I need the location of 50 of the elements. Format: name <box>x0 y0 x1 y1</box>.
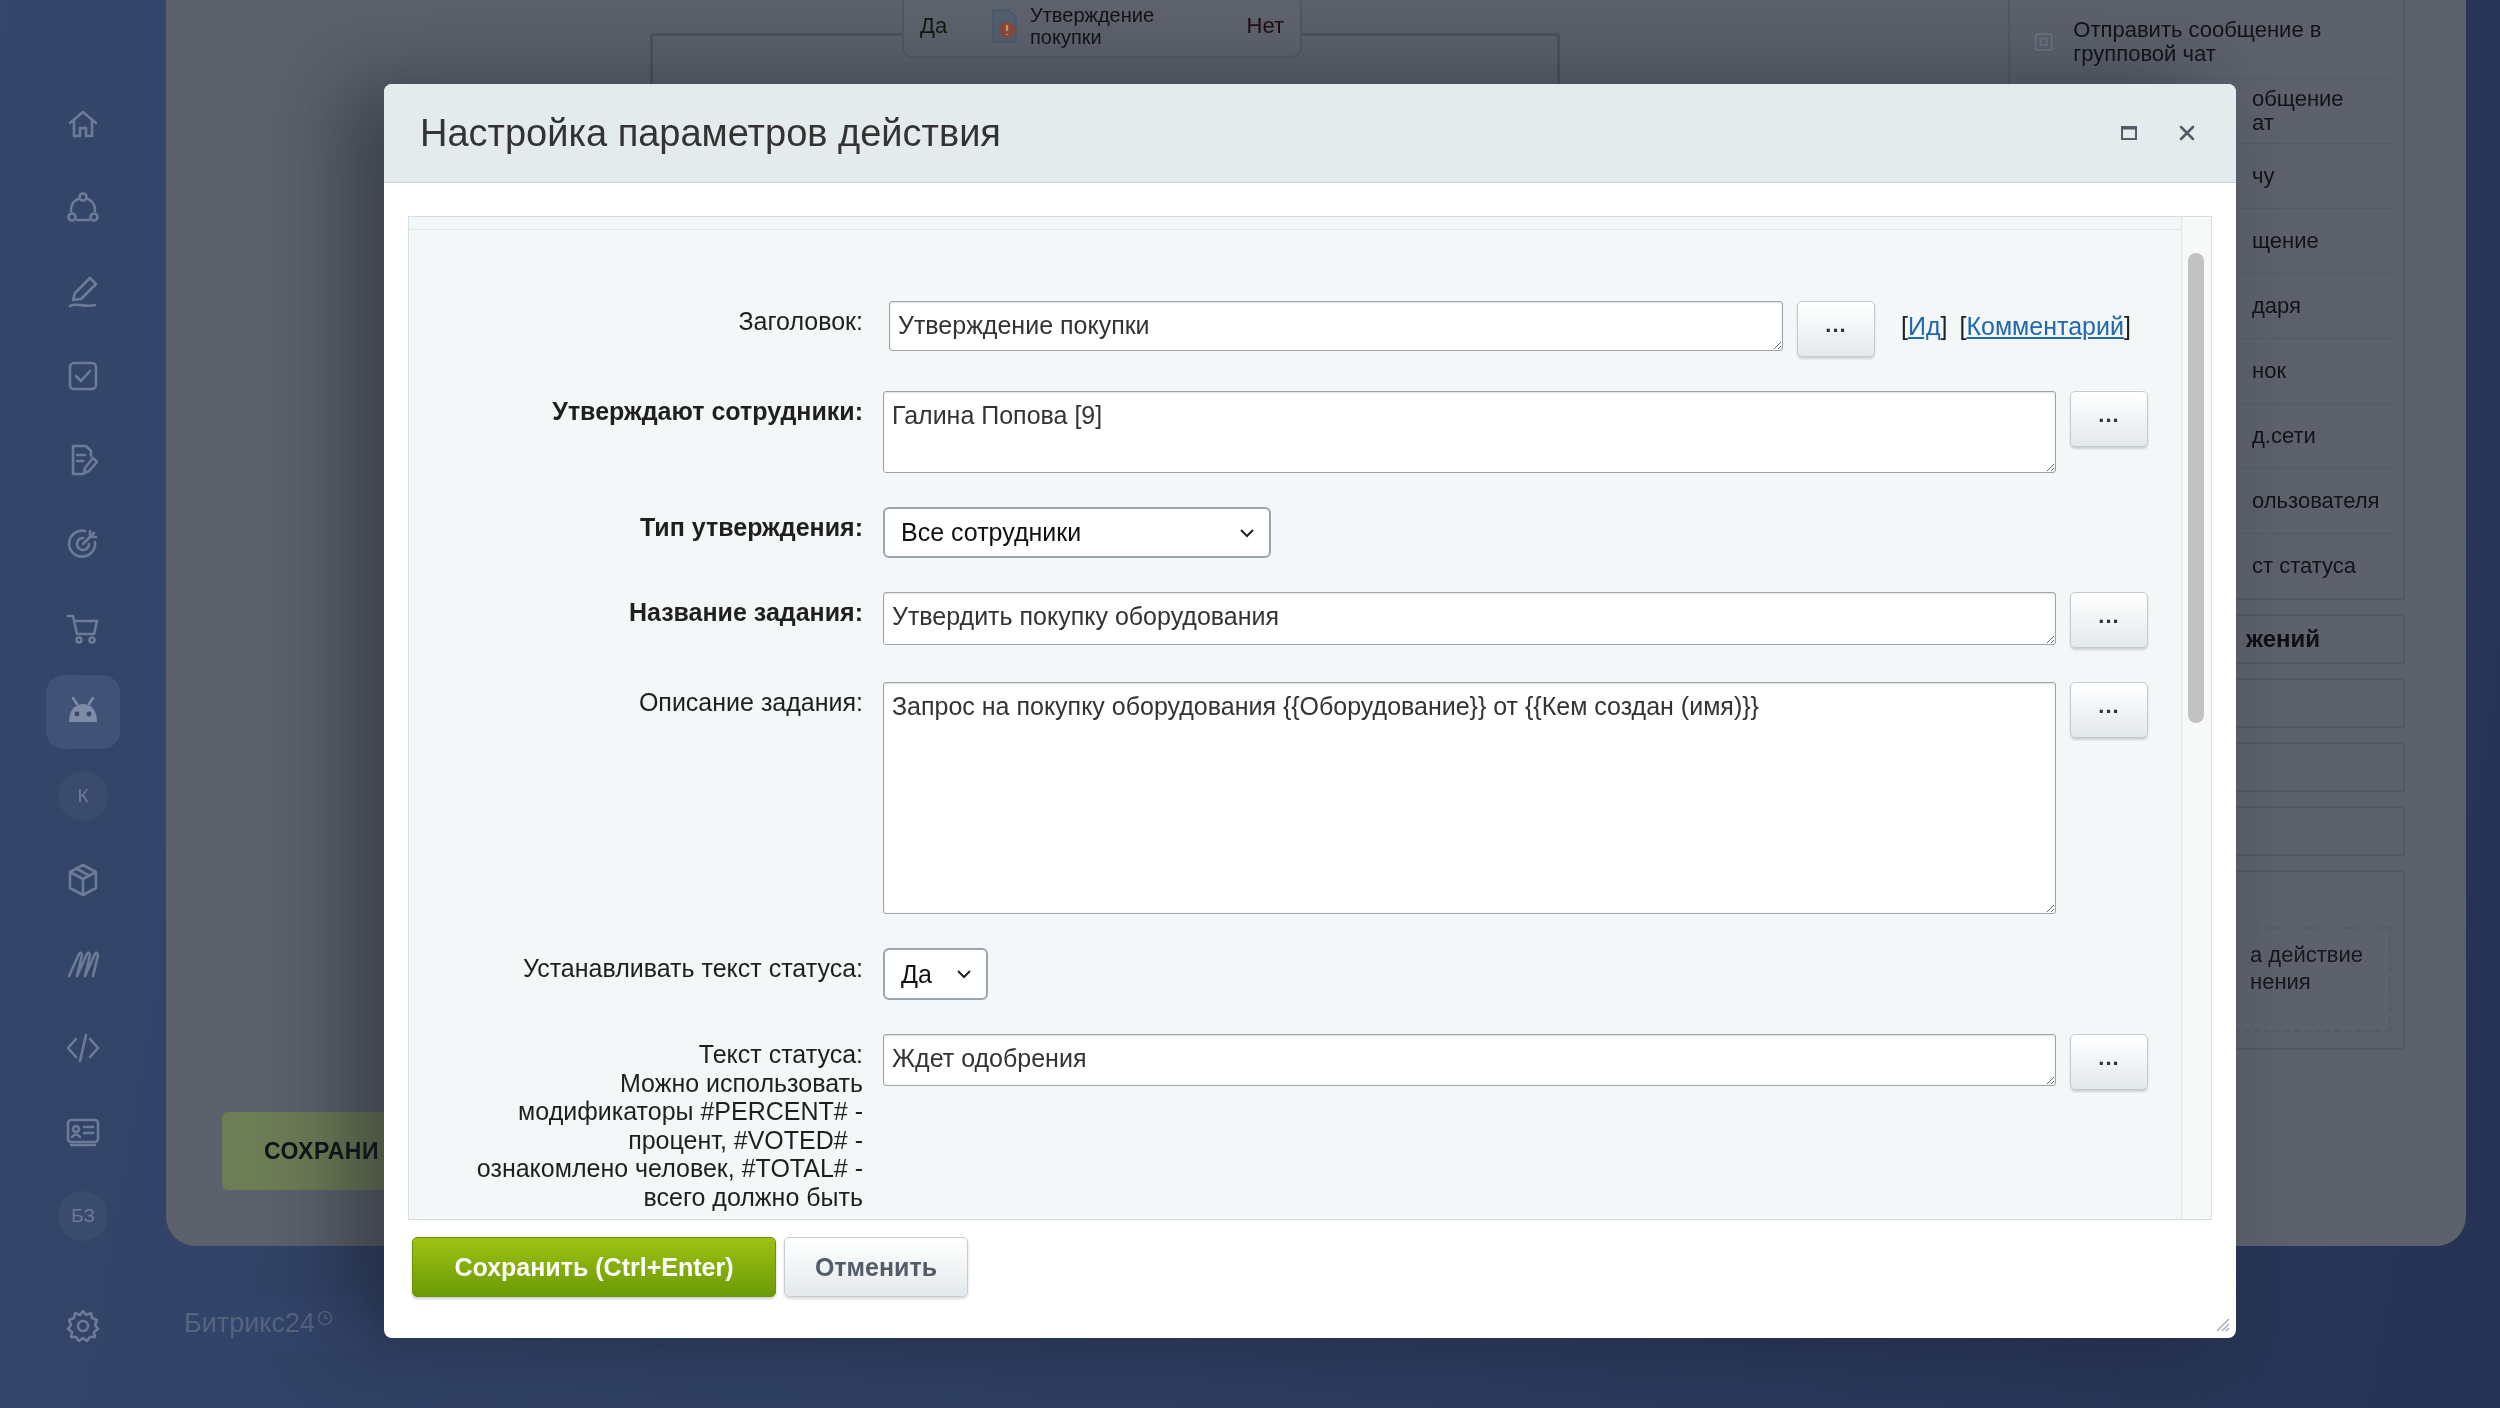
link[interactable]: Ид <box>1907 311 1941 341</box>
warning-document-icon <box>990 8 1020 44</box>
close-icon[interactable] <box>2178 124 2196 142</box>
action-item[interactable]: д.сети <box>2252 424 2316 448</box>
field-label: Текст статуса: <box>698 1040 863 1069</box>
scrollbar[interactable] <box>2188 253 2204 723</box>
cancel-button[interactable]: Отменить <box>784 1237 968 1297</box>
resize-grip-icon[interactable] <box>2214 1316 2230 1332</box>
action-item[interactable]: ст статуса <box>2252 554 2357 578</box>
link[interactable]: Комментарий <box>1966 311 2124 341</box>
select-field[interactable]: Да <box>883 948 988 1000</box>
clock-icon <box>316 1310 333 1326</box>
field-label: Название задания: <box>628 598 863 627</box>
text-field[interactable]: Ждет одобрения <box>883 1034 2056 1086</box>
square-icon <box>2034 30 2054 54</box>
bracket-text: [ <box>1901 311 1908 341</box>
field-label: Описание задания: <box>638 688 863 717</box>
action-item[interactable]: чу <box>2252 164 2275 188</box>
field-label: Устанавливать текст статуса: <box>522 954 863 983</box>
picker-button[interactable]: ... <box>2070 391 2148 447</box>
branch-label: Нет <box>1246 13 1284 39</box>
action-item[interactable]: Отправить сообщение в групповой чат <box>2073 18 2393 66</box>
chevron-icon <box>1239 527 1255 538</box>
chevron-icon <box>956 969 972 979</box>
dialog-title: Настройка параметров действия <box>420 111 1002 155</box>
action-item[interactable]: общение ат <box>2252 87 2344 135</box>
select-field[interactable]: Все сотрудники <box>883 507 1271 558</box>
action-item[interactable]: нок <box>2252 359 2286 383</box>
text-field[interactable]: Запрос на покупку оборудования {{Оборудование}} от {{Кем создан (имя)}} <box>883 682 2056 914</box>
picker-button[interactable]: ... <box>2070 1034 2148 1090</box>
block-title: Утверждение покупки <box>1030 4 1156 48</box>
picker-button[interactable]: ... <box>2070 682 2148 738</box>
picker-button[interactable]: ... <box>1797 301 1875 357</box>
action-item[interactable]: даря <box>2252 294 2301 318</box>
action-item[interactable]: ользователя <box>2252 489 2380 513</box>
settings-icon <box>65 1308 101 1344</box>
field-label: Тип утверждения: <box>640 513 863 542</box>
menu-item[interactable] <box>46 675 120 749</box>
bracket-text: ] <box>1940 311 1948 341</box>
picker-button[interactable]: ... <box>2070 592 2148 648</box>
field-label: Заголовок: <box>738 307 863 336</box>
bracket-text: ] <box>2123 311 2131 341</box>
maximize-icon[interactable] <box>2120 124 2138 142</box>
text-field[interactable]: Утвердить покупку оборудования <box>883 592 2056 645</box>
bracket-text: [ <box>1959 311 1967 341</box>
text-field[interactable]: Галина Попова [9] <box>883 391 2056 473</box>
branch-label: Да <box>920 13 949 39</box>
field-label: Утверждают сотрудники: <box>552 397 863 426</box>
text-field[interactable]: Утверждение покупки <box>889 301 1783 351</box>
action-item[interactable]: щение <box>2252 229 2319 253</box>
